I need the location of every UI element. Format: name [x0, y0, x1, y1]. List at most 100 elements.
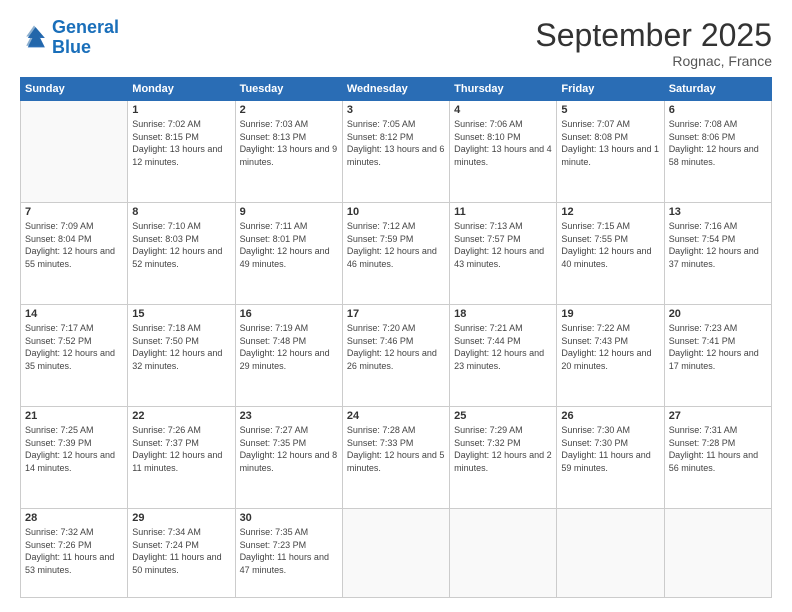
cell-content: Sunrise: 7:07 AM Sunset: 8:08 PM Dayligh…	[561, 118, 659, 168]
header-row: Sunday Monday Tuesday Wednesday Thursday…	[21, 78, 772, 101]
day-number: 19	[561, 308, 659, 320]
day-number: 2	[240, 104, 338, 116]
table-row: 18Sunrise: 7:21 AM Sunset: 7:44 PM Dayli…	[450, 305, 557, 407]
cell-content: Sunrise: 7:18 AM Sunset: 7:50 PM Dayligh…	[132, 322, 230, 372]
table-row: 12 Sunrise: 7:15 AM Sunset: 7:55 PM Dayli…	[557, 203, 664, 305]
table-row: 6Sunrise: 7:08 AM Sunset: 8:06 PM Daylig…	[664, 101, 771, 203]
cell-content: Sunrise: 7:34 AM Sunset: 7:24 PM Dayligh…	[132, 526, 230, 576]
table-row: 16 Sunrise: 7:19 AM Sunset: 7:48 PM Dayli…	[235, 305, 342, 407]
table-row: 10 Sunrise: 7:12 AM Sunset: 7:59 PM Dayli…	[342, 203, 449, 305]
table-row: 26 Sunrise: 7:30 AM Sunset: 7:30 PM Dayli…	[557, 407, 664, 509]
cell-content: Sunrise: 7:16 AM Sunset: 7:54 PM Dayligh…	[669, 220, 767, 270]
table-row: 17 Sunrise: 7:20 AM Sunset: 7:46 PM Dayli…	[342, 305, 449, 407]
day-number: 24	[347, 410, 445, 422]
day-number: 20	[669, 308, 767, 320]
cell-content: Sunrise: 7:12 AM Sunset: 7:59 PM Dayligh…	[347, 220, 445, 270]
logo-icon	[20, 24, 48, 52]
table-row: 22Sunrise: 7:26 AM Sunset: 7:37 PM Dayli…	[128, 407, 235, 509]
col-tuesday: Tuesday	[235, 78, 342, 101]
cell-content: Sunrise: 7:06 AM Sunset: 8:10 PM Dayligh…	[454, 118, 552, 168]
day-number: 9	[240, 206, 338, 218]
day-number: 5	[561, 104, 659, 116]
cell-content: Sunrise: 7:05 AM Sunset: 8:12 PM Dayligh…	[347, 118, 445, 168]
cell-content: Sunrise: 7:29 AM Sunset: 7:32 PM Dayligh…	[454, 424, 552, 474]
table-row: 3Sunrise: 7:05 AM Sunset: 8:12 PM Daylig…	[342, 101, 449, 203]
title-block: September 2025 Rognac, France	[535, 18, 772, 69]
col-thursday: Thursday	[450, 78, 557, 101]
cell-content: Sunrise: 7:32 AM Sunset: 7:26 PM Dayligh…	[25, 526, 123, 576]
day-number: 30	[240, 512, 338, 524]
cell-content: Sunrise: 7:15 AM Sunset: 7:55 PM Dayligh…	[561, 220, 659, 270]
location: Rognac, France	[535, 53, 772, 69]
table-row: 28 Sunrise: 7:32 AM Sunset: 7:26 PM Dayli…	[21, 509, 128, 598]
cell-content: Sunrise: 7:13 AM Sunset: 7:57 PM Dayligh…	[454, 220, 552, 270]
cell-content: Sunrise: 7:20 AM Sunset: 7:46 PM Dayligh…	[347, 322, 445, 372]
logo: General Blue	[20, 18, 119, 58]
table-row	[450, 509, 557, 598]
day-number: 17	[347, 308, 445, 320]
cell-content: Sunrise: 7:19 AM Sunset: 7:48 PM Dayligh…	[240, 322, 338, 372]
col-wednesday: Wednesday	[342, 78, 449, 101]
day-number: 1	[132, 104, 230, 116]
cell-content: Sunrise: 7:22 AM Sunset: 7:43 PM Dayligh…	[561, 322, 659, 372]
day-number: 18	[454, 308, 552, 320]
calendar-table: Sunday Monday Tuesday Wednesday Thursday…	[20, 77, 772, 598]
table-row: 11 Sunrise: 7:13 AM Sunset: 7:57 PM Dayli…	[450, 203, 557, 305]
logo-text: General Blue	[52, 18, 119, 58]
table-row: 29 Sunrise: 7:34 AM Sunset: 7:24 PM Dayli…	[128, 509, 235, 598]
cell-content: Sunrise: 7:02 AM Sunset: 8:15 PM Dayligh…	[132, 118, 230, 168]
table-row: 24 Sunrise: 7:28 AM Sunset: 7:33 PM Dayli…	[342, 407, 449, 509]
table-row	[21, 101, 128, 203]
col-friday: Friday	[557, 78, 664, 101]
table-row: 15 Sunrise: 7:18 AM Sunset: 7:50 PM Dayli…	[128, 305, 235, 407]
cell-content: Sunrise: 7:17 AM Sunset: 7:52 PM Dayligh…	[25, 322, 123, 372]
table-row: 13Sunrise: 7:16 AM Sunset: 7:54 PM Dayli…	[664, 203, 771, 305]
table-row	[557, 509, 664, 598]
table-row: 14 Sunrise: 7:17 AM Sunset: 7:52 PM Dayli…	[21, 305, 128, 407]
header: General Blue September 2025 Rognac, Fran…	[20, 18, 772, 69]
cell-content: Sunrise: 7:11 AM Sunset: 8:01 PM Dayligh…	[240, 220, 338, 270]
cell-content: Sunrise: 7:08 AM Sunset: 8:06 PM Dayligh…	[669, 118, 767, 168]
month-title: September 2025	[535, 18, 772, 53]
table-row: 21Sunrise: 7:25 AM Sunset: 7:39 PM Dayli…	[21, 407, 128, 509]
table-row: 5 Sunrise: 7:07 AM Sunset: 8:08 PM Daylig…	[557, 101, 664, 203]
cell-content: Sunrise: 7:31 AM Sunset: 7:28 PM Dayligh…	[669, 424, 767, 474]
table-row	[342, 509, 449, 598]
cell-content: Sunrise: 7:23 AM Sunset: 7:41 PM Dayligh…	[669, 322, 767, 372]
cell-content: Sunrise: 7:03 AM Sunset: 8:13 PM Dayligh…	[240, 118, 338, 168]
table-row: 30 Sunrise: 7:35 AM Sunset: 7:23 PM Dayli…	[235, 509, 342, 598]
day-number: 26	[561, 410, 659, 422]
cell-content: Sunrise: 7:30 AM Sunset: 7:30 PM Dayligh…	[561, 424, 659, 474]
table-row: 7Sunrise: 7:09 AM Sunset: 8:04 PM Daylig…	[21, 203, 128, 305]
table-row: 2 Sunrise: 7:03 AM Sunset: 8:13 PM Daylig…	[235, 101, 342, 203]
cell-content: Sunrise: 7:28 AM Sunset: 7:33 PM Dayligh…	[347, 424, 445, 474]
day-number: 11	[454, 206, 552, 218]
day-number: 8	[132, 206, 230, 218]
day-number: 25	[454, 410, 552, 422]
day-number: 27	[669, 410, 767, 422]
cell-content: Sunrise: 7:27 AM Sunset: 7:35 PM Dayligh…	[240, 424, 338, 474]
table-row: 20 Sunrise: 7:23 AM Sunset: 7:41 PM Dayli…	[664, 305, 771, 407]
day-number: 28	[25, 512, 123, 524]
cell-content: Sunrise: 7:25 AM Sunset: 7:39 PM Dayligh…	[25, 424, 123, 474]
day-number: 23	[240, 410, 338, 422]
day-number: 22	[132, 410, 230, 422]
table-row	[664, 509, 771, 598]
day-number: 4	[454, 104, 552, 116]
day-number: 29	[132, 512, 230, 524]
cell-content: Sunrise: 7:10 AM Sunset: 8:03 PM Dayligh…	[132, 220, 230, 270]
table-row: 25 Sunrise: 7:29 AM Sunset: 7:32 PM Dayli…	[450, 407, 557, 509]
cell-content: Sunrise: 7:35 AM Sunset: 7:23 PM Dayligh…	[240, 526, 338, 576]
col-sunday: Sunday	[21, 78, 128, 101]
table-row: 4 Sunrise: 7:06 AM Sunset: 8:10 PM Daylig…	[450, 101, 557, 203]
table-row: 9 Sunrise: 7:11 AM Sunset: 8:01 PM Daylig…	[235, 203, 342, 305]
col-saturday: Saturday	[664, 78, 771, 101]
table-row: 1 Sunrise: 7:02 AM Sunset: 8:15 PM Daylig…	[128, 101, 235, 203]
table-row: 23 Sunrise: 7:27 AM Sunset: 7:35 PM Dayli…	[235, 407, 342, 509]
day-number: 14	[25, 308, 123, 320]
day-number: 10	[347, 206, 445, 218]
day-number: 16	[240, 308, 338, 320]
cell-content: Sunrise: 7:09 AM Sunset: 8:04 PM Dayligh…	[25, 220, 123, 270]
day-number: 12	[561, 206, 659, 218]
day-number: 15	[132, 308, 230, 320]
